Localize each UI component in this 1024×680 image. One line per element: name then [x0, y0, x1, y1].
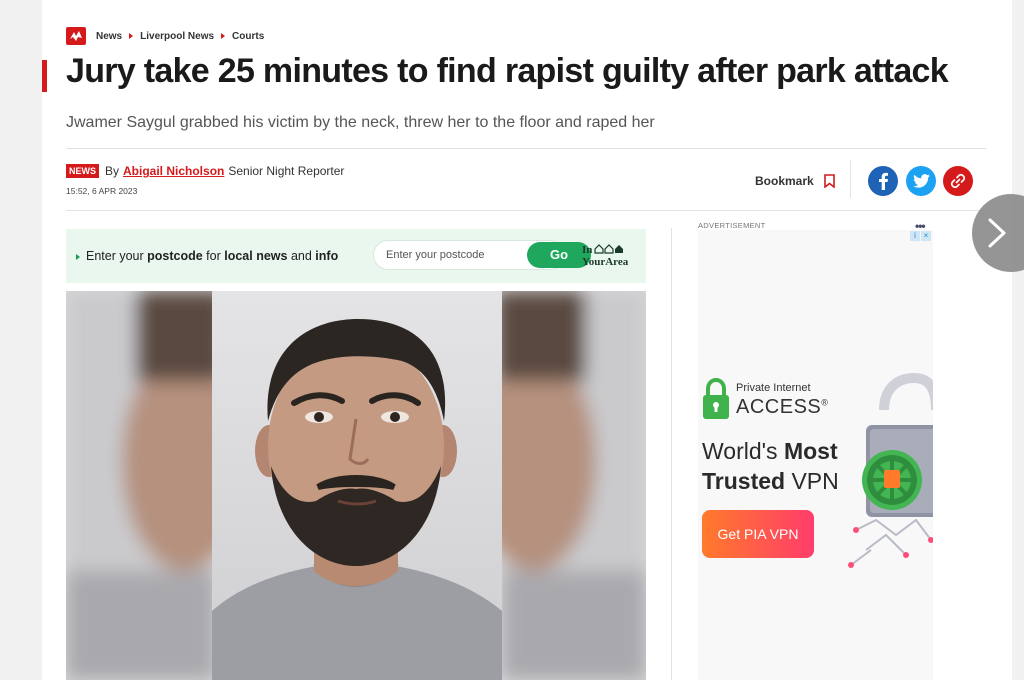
publish-date: 15:52, 6 APR 2023 [66, 186, 138, 196]
ad-registered-mark: ® [821, 397, 829, 408]
standfirst: Jwamer Saygul grabbed his victim by the … [66, 114, 655, 131]
advertisement-label: ADVERTISEMENT [698, 221, 766, 230]
postcode-prompt-bold: local news [224, 249, 288, 263]
postcode-prompt-bold: postcode [147, 249, 203, 263]
chevron-right-icon [988, 218, 1006, 248]
postcode-prompt-part: Enter your [86, 249, 148, 263]
ad-headline-bold: Most [783, 438, 838, 464]
divider [850, 160, 851, 198]
postcode-prompt: Enter your postcode for local news and i… [76, 249, 338, 263]
divider [66, 148, 986, 149]
divider [66, 210, 986, 211]
ad-brand-line1: Private Internet [736, 382, 811, 394]
article-page: News Liverpool News Courts Jury take 25 … [42, 0, 1012, 680]
ad-headline-bold: Trusted [702, 468, 786, 494]
padlock-icon [703, 378, 729, 419]
byline: NEWS By Abigail Nicholson Senior Night R… [66, 164, 344, 178]
ad-brand-line2: ACCESS® [736, 396, 828, 419]
vpn-lock-illustration-icon [848, 372, 933, 568]
bookmark-button[interactable]: Bookmark [755, 174, 835, 188]
ad-cta-button[interactable]: Get PIA VPN [702, 510, 814, 558]
facebook-icon [879, 172, 888, 190]
breadcrumb-courts[interactable]: Courts [232, 31, 264, 42]
column-divider [671, 228, 672, 680]
adchoices[interactable]: i × [910, 231, 931, 241]
advertisement[interactable]: i × Private Internet ACCESS® World's Mos… [698, 230, 933, 680]
copy-link-button[interactable] [943, 166, 973, 196]
link-icon [950, 173, 966, 189]
ad-headline-part: World's [702, 438, 784, 464]
inyourarea-logo[interactable]: In YourArea [582, 244, 628, 268]
twitter-share-button[interactable] [906, 166, 936, 196]
byline-by: By [105, 164, 120, 178]
inyourarea-logo-line1: In [582, 244, 593, 256]
bookmark-icon [823, 174, 835, 188]
headline-accent-bar [42, 60, 47, 92]
news-tag-badge: NEWS [66, 164, 99, 178]
author-link[interactable]: Abigail Nicholson [123, 164, 224, 178]
houses-icon [594, 244, 624, 254]
ad-headline-part: VPN [785, 468, 839, 494]
adchoices-icon: i [910, 231, 920, 241]
breadcrumb-liverpool-news[interactable]: Liverpool News [140, 31, 214, 42]
breadcrumb-separator-icon [221, 33, 226, 39]
arrow-right-icon [76, 253, 80, 260]
breadcrumb-separator-icon [129, 33, 134, 39]
author-role: Senior Night Reporter [228, 164, 345, 178]
facebook-share-button[interactable] [868, 166, 898, 196]
postcode-widget: Enter your postcode for local news and i… [66, 229, 646, 283]
postcode-prompt-part: and [287, 249, 316, 263]
breadcrumb-news[interactable]: News [96, 31, 122, 42]
inyourarea-logo-line2: YourArea [582, 256, 629, 268]
bookmark-label: Bookmark [755, 174, 814, 188]
article-image[interactable] [66, 291, 646, 680]
breadcrumb: News Liverpool News Courts [66, 26, 264, 46]
twitter-icon [912, 174, 930, 188]
close-icon: × [921, 231, 931, 241]
headline: Jury take 25 minutes to find rapist guil… [66, 52, 949, 90]
ad-brand-name: ACCESS [736, 396, 822, 418]
postcode-prompt-part: for [202, 249, 225, 263]
postcode-prompt-bold: info [315, 249, 339, 263]
site-logo-icon[interactable] [66, 27, 86, 45]
